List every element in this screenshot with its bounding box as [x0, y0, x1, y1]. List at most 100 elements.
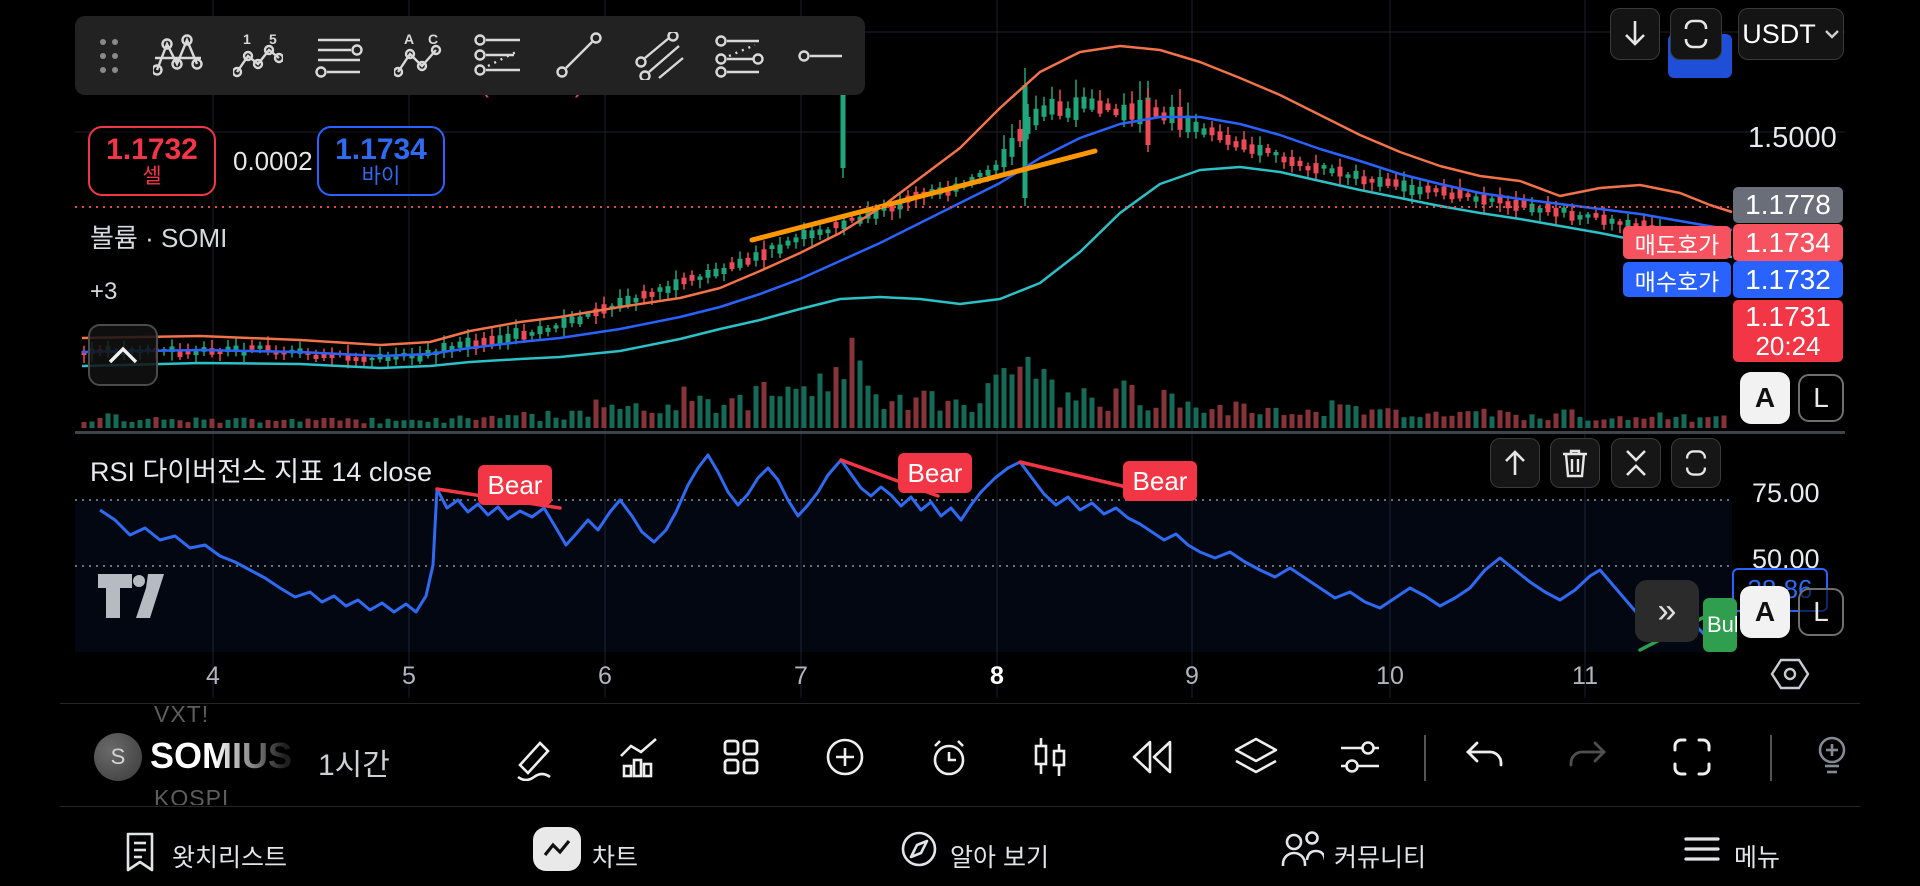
- trend-line-tool[interactable]: [554, 31, 604, 81]
- candles-icon: [1034, 738, 1066, 776]
- nav-item-watchlist[interactable]: 왓치리스트: [172, 838, 287, 874]
- log-scale-button[interactable]: L: [1798, 374, 1844, 422]
- fullscreen-chart-button[interactable]: [1666, 731, 1718, 783]
- undo-button[interactable]: [1458, 731, 1510, 783]
- tradingview-logo-watermark: [98, 572, 166, 620]
- chart-type-button[interactable]: [1023, 731, 1075, 783]
- watchlist-icon: [122, 830, 158, 874]
- redo-icon: [1569, 741, 1606, 767]
- delete-pane-button[interactable]: [1550, 438, 1600, 488]
- replay-button[interactable]: [1126, 731, 1178, 783]
- download-button[interactable]: [1610, 8, 1660, 60]
- alerts-button[interactable]: [923, 731, 975, 783]
- templates-button[interactable]: [1230, 731, 1282, 783]
- symbol-avatar[interactable]: S: [94, 733, 142, 781]
- sliders-icon: [1341, 741, 1379, 773]
- ideas-button[interactable]: [1806, 731, 1858, 783]
- svg-text:5: 5: [269, 32, 277, 47]
- xabcd-pattern-tool[interactable]: [153, 31, 203, 81]
- move-pane-up-button[interactable]: [1490, 438, 1540, 488]
- x-axis-tick: 9: [1185, 662, 1199, 690]
- maximize-icon: [1685, 450, 1707, 476]
- community-icon: [1280, 828, 1324, 870]
- draw-button[interactable]: [509, 731, 561, 783]
- explore-icon: [898, 828, 940, 870]
- plus-circle-icon: [826, 738, 864, 776]
- buy-label: 바이: [361, 164, 401, 188]
- svg-text:A: A: [404, 32, 414, 47]
- settings-sliders-button[interactable]: [1334, 731, 1386, 783]
- drag-handle[interactable]: [95, 31, 123, 81]
- parallel-channel-tool[interactable]: [634, 31, 685, 81]
- nav-item-chart[interactable]: 차트: [592, 838, 638, 874]
- collapse-pane-button[interactable]: [88, 324, 158, 386]
- more-indicators-label[interactable]: +3: [90, 278, 117, 306]
- sell-price: 1.1732: [106, 133, 198, 167]
- last-price-badge: 1.1731 20:24: [1733, 300, 1843, 362]
- x-axis-tick: 8: [990, 662, 1004, 690]
- scale-price-top: 1.5000: [1748, 122, 1837, 154]
- collapse-pane-button-rsi[interactable]: [1611, 438, 1661, 488]
- chart-tab-icon: [533, 827, 581, 871]
- chevron-up-icon: [108, 346, 138, 364]
- rsi-auto-scale-button[interactable]: A: [1740, 586, 1790, 638]
- sell-button[interactable]: 1.1732 셀: [88, 126, 216, 196]
- spread-value: 0.0002: [233, 146, 313, 176]
- interval-selector[interactable]: 1시간: [318, 740, 390, 784]
- bear-divergence-badge[interactable]: Bear: [898, 453, 972, 493]
- fullscreen-button[interactable]: [1670, 8, 1722, 60]
- toolbar-divider-top: [60, 703, 1860, 704]
- volume-indicator-label[interactable]: 볼륨 · SOMI: [90, 218, 227, 255]
- x-axis-tick: 7: [794, 662, 808, 690]
- redo-button[interactable]: [1562, 731, 1614, 783]
- auto-scale-button[interactable]: A: [1740, 372, 1790, 424]
- trash-icon: [1563, 449, 1587, 478]
- x-axis-tick: 5: [402, 662, 416, 690]
- svg-text:C: C: [428, 32, 438, 47]
- toolbar-divider: [1770, 735, 1772, 781]
- rsi-log-scale-button[interactable]: L: [1798, 588, 1844, 636]
- fullscreen-brackets-icon: [1673, 738, 1711, 776]
- symbol-next: KOSPI: [154, 785, 230, 805]
- svg-text:1: 1: [243, 32, 251, 47]
- indicators-button[interactable]: [613, 731, 665, 783]
- disjoint-channel-tool[interactable]: [715, 31, 765, 81]
- nav-item-community[interactable]: 커뮤니티: [1334, 838, 1426, 874]
- scale-settings-button[interactable]: [1768, 654, 1812, 694]
- bear-divergence-badge[interactable]: Bear: [478, 465, 552, 505]
- three-drives-tool[interactable]: [474, 31, 524, 81]
- abcd-pattern-tool[interactable]: A C: [393, 31, 444, 81]
- bull-divergence-badge[interactable]: Bull: [1703, 598, 1737, 652]
- layout-grid-button[interactable]: [715, 731, 767, 783]
- buy-button[interactable]: 1.1734 바이: [317, 126, 445, 196]
- x-axis-tick: 10: [1376, 662, 1404, 690]
- buy-price: 1.1734: [335, 133, 427, 167]
- nav-item-menu[interactable]: 메뉴: [1734, 838, 1780, 874]
- bear-divergence-badge[interactable]: Bear: [1123, 461, 1197, 501]
- double-chevron-icon: »: [1657, 591, 1677, 630]
- drawing-toolbar: 1 5 A C: [75, 16, 865, 95]
- bid-price-badge: 1.1732: [1733, 261, 1843, 298]
- layers-icon: [1234, 737, 1278, 774]
- add-button[interactable]: [819, 731, 871, 783]
- symbol-name[interactable]: SOMIUS: [150, 735, 292, 777]
- horizontal-line-tool[interactable]: [795, 31, 845, 81]
- rsi-indicator-title[interactable]: RSI 다이버전스 지표 14 close: [90, 450, 432, 489]
- prev-close-badge: 1.1778: [1733, 187, 1843, 223]
- x-axis-tick: 11: [1572, 662, 1598, 690]
- bid-label-badge: 매수호가: [1623, 262, 1731, 297]
- fib-retracement-tool[interactable]: [314, 31, 364, 81]
- indicators-icon: [620, 738, 657, 778]
- rewind-icon: [1132, 740, 1172, 774]
- sell-label: 셀: [142, 164, 162, 188]
- elliott-wave-tool[interactable]: 1 5: [233, 31, 284, 81]
- maximize-pane-button[interactable]: [1671, 438, 1721, 488]
- collapse-icon: [1626, 450, 1646, 476]
- lightbulb-plus-icon: [1818, 736, 1846, 774]
- expand-more-button[interactable]: »: [1635, 580, 1699, 642]
- currency-selector[interactable]: USDT: [1738, 8, 1844, 60]
- ask-price-badge: 1.1734: [1733, 224, 1843, 261]
- grid-icon: [723, 739, 759, 775]
- currency-label: USDT: [1742, 18, 1816, 49]
- nav-item-explore[interactable]: 알아 보기: [950, 838, 1049, 874]
